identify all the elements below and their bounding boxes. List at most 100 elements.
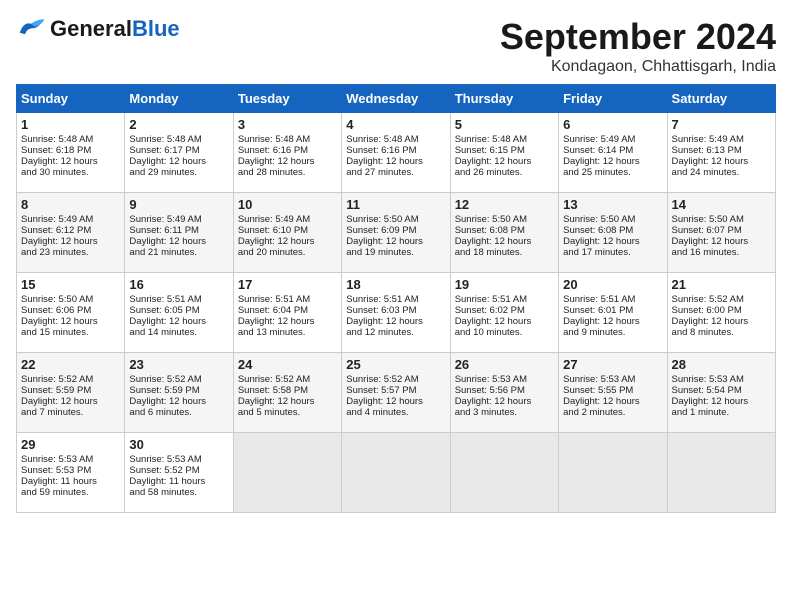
cell-line: and 9 minutes. [563,327,662,338]
calendar-cell: 6Sunrise: 5:49 AMSunset: 6:14 PMDaylight… [559,113,667,193]
cell-line: Sunset: 6:03 PM [346,305,445,316]
cell-line: Daylight: 12 hours [129,156,228,167]
title-block: September 2024 Kondagaon, Chhattisgarh, … [500,16,776,76]
calendar-cell: 14Sunrise: 5:50 AMSunset: 6:07 PMDayligh… [667,193,775,273]
cell-line: Sunset: 6:10 PM [238,225,337,236]
day-number: 5 [455,117,554,132]
cell-line: Daylight: 12 hours [455,236,554,247]
cell-line: Sunrise: 5:48 AM [21,134,120,145]
logo-text: GeneralBlue [50,16,180,42]
cell-line: and 5 minutes. [238,407,337,418]
day-number: 3 [238,117,337,132]
calendar-cell: 10Sunrise: 5:49 AMSunset: 6:10 PMDayligh… [233,193,341,273]
calendar-cell: 16Sunrise: 5:51 AMSunset: 6:05 PMDayligh… [125,273,233,353]
cell-line: Sunset: 5:52 PM [129,465,228,476]
calendar-cell: 23Sunrise: 5:52 AMSunset: 5:59 PMDayligh… [125,353,233,433]
calendar-cell: 12Sunrise: 5:50 AMSunset: 6:08 PMDayligh… [450,193,558,273]
cell-line: Daylight: 12 hours [21,316,120,327]
cell-line: and 29 minutes. [129,167,228,178]
cell-line: and 10 minutes. [455,327,554,338]
cell-line: Sunset: 5:57 PM [346,385,445,396]
calendar-cell: 24 Sunrise: 5:52 AMSunset: 5:58 PMDayligh… [233,353,341,433]
cell-line: Sunset: 5:54 PM [672,385,771,396]
calendar-cell: 29Sunrise: 5:53 AMSunset: 5:53 PMDayligh… [17,433,125,513]
cell-line: and 14 minutes. [129,327,228,338]
calendar-cell: 7Sunrise: 5:49 AMSunset: 6:13 PMDaylight… [667,113,775,193]
day-number: 16 [129,277,228,292]
cell-line: Sunset: 5:53 PM [21,465,120,476]
cell-line: and 59 minutes. [21,487,120,498]
cell-line: Sunset: 6:13 PM [672,145,771,156]
cell-line: Daylight: 12 hours [238,396,337,407]
cell-line: Sunset: 6:15 PM [455,145,554,156]
cell-line: Daylight: 12 hours [455,396,554,407]
cell-line: Sunrise: 5:52 AM [346,374,445,385]
day-number: 14 [672,197,771,212]
day-number: 29 [21,437,120,452]
day-number: 24 [238,357,337,372]
cell-line: Daylight: 12 hours [455,156,554,167]
cell-line: and 8 minutes. [672,327,771,338]
cell-line: Sunrise: 5:51 AM [238,294,337,305]
cell-line: and 30 minutes. [21,167,120,178]
logo-bird-icon [16,17,46,41]
calendar-cell: 20Sunrise: 5:51 AMSunset: 6:01 PMDayligh… [559,273,667,353]
calendar-cell: 25Sunrise: 5:52 AMSunset: 5:57 PMDayligh… [342,353,450,433]
day-number: 27 [563,357,662,372]
calendar-cell [342,433,450,513]
month-title: September 2024 [500,16,776,58]
cell-line: Sunset: 5:59 PM [129,385,228,396]
day-number: 10 [238,197,337,212]
weekday-header-thursday: Thursday [450,85,558,113]
calendar-cell: 27Sunrise: 5:53 AMSunset: 5:55 PMDayligh… [559,353,667,433]
calendar-cell: 28Sunrise: 5:53 AMSunset: 5:54 PMDayligh… [667,353,775,433]
weekday-header-row: SundayMondayTuesdayWednesdayThursdayFrid… [17,85,776,113]
cell-line: Sunset: 6:02 PM [455,305,554,316]
day-number: 22 [21,357,120,372]
cell-line: Sunrise: 5:50 AM [672,214,771,225]
calendar-cell [233,433,341,513]
cell-line: Sunrise: 5:50 AM [563,214,662,225]
cell-line: Daylight: 12 hours [346,156,445,167]
cell-line: Daylight: 12 hours [21,236,120,247]
cell-line: Sunset: 5:58 PM [238,385,337,396]
weekday-header-saturday: Saturday [667,85,775,113]
day-number: 26 [455,357,554,372]
cell-line: and 17 minutes. [563,247,662,258]
cell-line: Sunrise: 5:52 AM [21,374,120,385]
day-number: 13 [563,197,662,212]
cell-line: Sunrise: 5:52 AM [238,374,337,385]
cell-line: and 23 minutes. [21,247,120,258]
cell-line: Sunrise: 5:49 AM [672,134,771,145]
cell-line: Sunset: 6:04 PM [238,305,337,316]
calendar-cell [559,433,667,513]
calendar-cell: 13Sunrise: 5:50 AMSunset: 6:08 PMDayligh… [559,193,667,273]
cell-line: and 16 minutes. [672,247,771,258]
cell-line: Sunrise: 5:52 AM [129,374,228,385]
day-number: 23 [129,357,228,372]
cell-line: Daylight: 12 hours [672,156,771,167]
cell-line: Sunset: 6:12 PM [21,225,120,236]
logo: GeneralBlue [16,16,180,42]
cell-line: and 21 minutes. [129,247,228,258]
cell-line: Sunrise: 5:49 AM [21,214,120,225]
cell-line: and 6 minutes. [129,407,228,418]
cell-line: Sunrise: 5:50 AM [21,294,120,305]
day-number: 8 [21,197,120,212]
cell-line: Sunset: 6:05 PM [129,305,228,316]
cell-line: and 58 minutes. [129,487,228,498]
cell-line: and 4 minutes. [346,407,445,418]
logo-general: General [50,16,132,41]
day-number: 17 [238,277,337,292]
cell-line: Sunset: 6:16 PM [238,145,337,156]
cell-line: Sunrise: 5:53 AM [21,454,120,465]
cell-line: Daylight: 12 hours [563,396,662,407]
cell-line: and 19 minutes. [346,247,445,258]
calendar-table: SundayMondayTuesdayWednesdayThursdayFrid… [16,84,776,513]
cell-line: and 18 minutes. [455,247,554,258]
cell-line: and 24 minutes. [672,167,771,178]
logo-blue: Blue [132,16,180,41]
weekday-header-wednesday: Wednesday [342,85,450,113]
cell-line: and 12 minutes. [346,327,445,338]
cell-line: Daylight: 12 hours [129,236,228,247]
